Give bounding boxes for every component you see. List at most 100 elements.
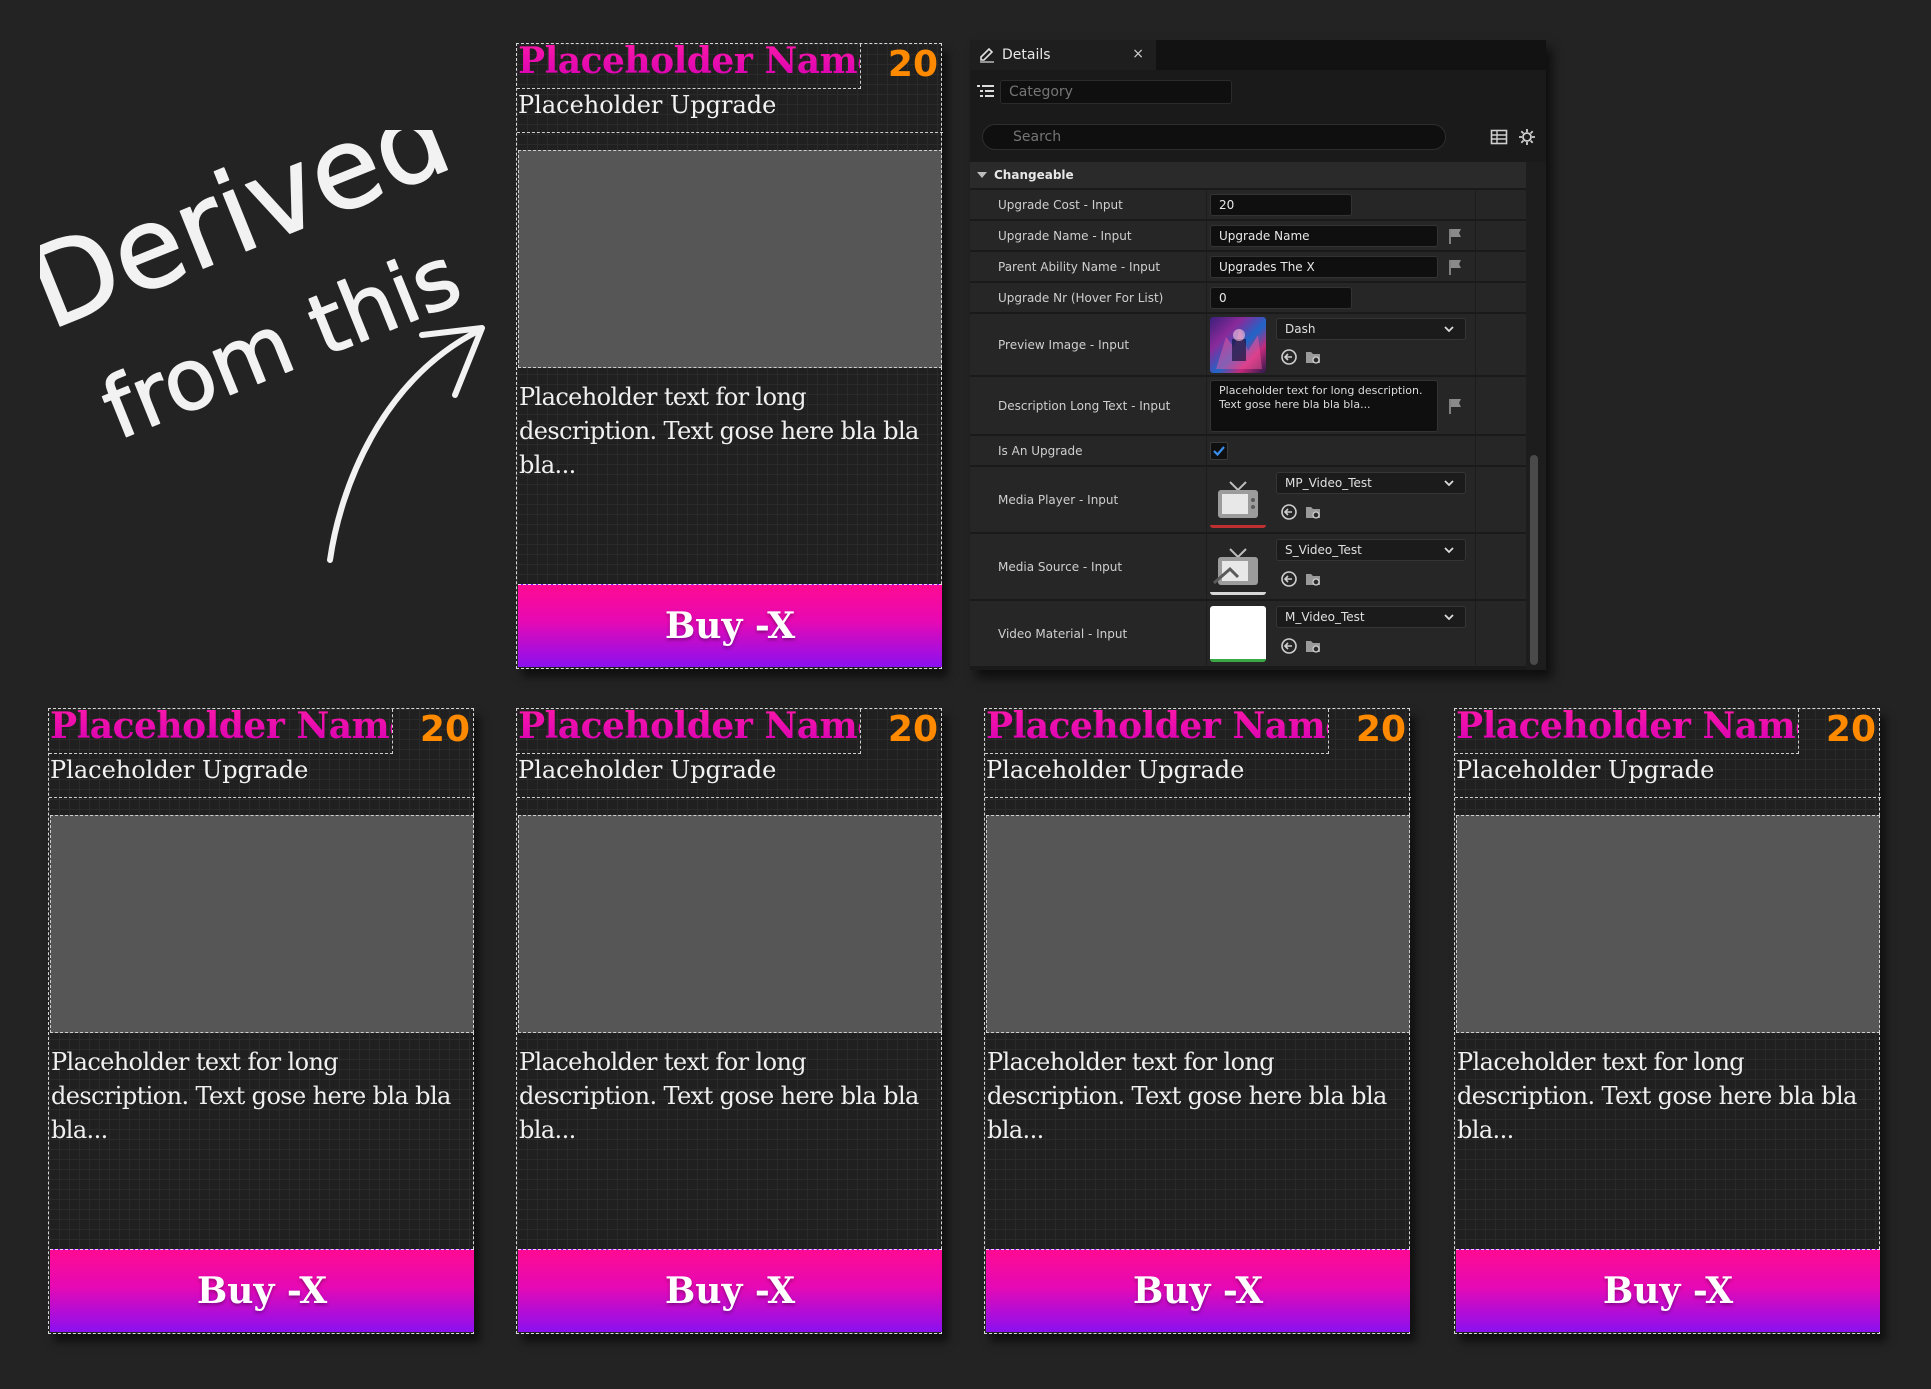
upgrade-nr-field[interactable] bbox=[1210, 287, 1352, 309]
row-description: Description Long Text - Input Placeholde… bbox=[970, 377, 1526, 435]
row-upgrade-name: Upgrade Name - Input bbox=[970, 221, 1526, 251]
video-material-thumbnail[interactable] bbox=[1210, 606, 1266, 662]
use-selected-icon[interactable] bbox=[1280, 570, 1298, 588]
upgrade-description: Placeholder text for long description. T… bbox=[1457, 1048, 1857, 1144]
is-upgrade-checkbox[interactable] bbox=[1210, 442, 1228, 460]
tab-details[interactable]: Details × bbox=[970, 40, 1156, 70]
row-upgrade-nr: Upgrade Nr (Hover For List) bbox=[970, 283, 1526, 313]
tv-icon bbox=[1213, 548, 1258, 585]
row-upgrade-cost: Upgrade Cost - Input bbox=[970, 190, 1526, 220]
buy-button[interactable]: Buy -X bbox=[518, 1249, 942, 1332]
chevron-down-icon bbox=[1444, 326, 1454, 333]
tab-details-label: Details bbox=[1002, 47, 1051, 63]
tree-list-icon[interactable] bbox=[976, 84, 996, 100]
media-source-thumbnail[interactable] bbox=[1210, 539, 1266, 595]
name-box: Placeholder Name bbox=[1455, 705, 1818, 754]
upgrade-description: Placeholder text for long description. T… bbox=[51, 1048, 451, 1144]
chevron-down-icon bbox=[977, 172, 987, 178]
upgrade-card-source: Placeholder Name 20 Placeholder Upgrade … bbox=[516, 40, 943, 669]
gear-icon[interactable] bbox=[1518, 128, 1536, 146]
property-label: Parent Ability Name - Input bbox=[998, 260, 1161, 274]
chevron-down-icon bbox=[1444, 547, 1454, 554]
flag-icon[interactable] bbox=[1446, 227, 1464, 245]
name-box: Placeholder Name bbox=[49, 705, 412, 754]
media-source-asset-dropdown[interactable]: S_Video_Test bbox=[1276, 539, 1466, 561]
property-label: Description Long Text - Input bbox=[998, 399, 1171, 413]
row-is-upgrade: Is An Upgrade bbox=[970, 436, 1526, 466]
upgrade-subtitle: Placeholder Upgrade bbox=[985, 756, 1411, 798]
category-input[interactable] bbox=[1000, 80, 1232, 104]
tv-icon bbox=[1218, 481, 1258, 518]
flag-icon[interactable] bbox=[1446, 258, 1464, 276]
upgrade-name-field[interactable] bbox=[1210, 225, 1438, 247]
buy-button[interactable]: Buy -X bbox=[518, 584, 942, 667]
upgrade-subtitle: Placeholder Upgrade bbox=[49, 756, 475, 798]
property-label: Media Source - Input bbox=[998, 560, 1123, 574]
upgrade-name: Placeholder Name bbox=[1456, 705, 1818, 747]
preview-image bbox=[986, 815, 1410, 1033]
name-box: Placeholder Name bbox=[517, 40, 880, 89]
browse-folder-icon[interactable] bbox=[1304, 570, 1322, 588]
pencil-icon bbox=[980, 47, 994, 63]
scrollbar-thumb[interactable] bbox=[1530, 455, 1538, 665]
description-textarea[interactable]: Placeholder text for long description. T… bbox=[1210, 380, 1438, 432]
upgrade-cost-field[interactable] bbox=[1210, 194, 1352, 216]
buy-button[interactable]: Buy -X bbox=[1456, 1249, 1880, 1332]
section-changeable[interactable]: Changeable bbox=[970, 162, 1526, 188]
preview-image-thumbnail[interactable] bbox=[1210, 317, 1266, 373]
flag-icon[interactable] bbox=[1446, 397, 1464, 415]
upgrade-name: Placeholder Name bbox=[518, 40, 880, 82]
property-label: Preview Image - Input bbox=[998, 338, 1130, 352]
browse-folder-icon[interactable] bbox=[1304, 503, 1322, 521]
row-video-material: Video Material - Input M_Video_Test bbox=[970, 601, 1526, 667]
buy-button[interactable]: Buy -X bbox=[986, 1249, 1410, 1332]
preview-image-asset-dropdown[interactable]: Dash bbox=[1276, 318, 1466, 340]
character-art-thumbnail bbox=[1216, 329, 1262, 369]
name-box: Placeholder Name bbox=[985, 705, 1348, 754]
buy-button[interactable]: Buy -X bbox=[50, 1249, 474, 1332]
upgrade-cost: 20 bbox=[419, 709, 470, 750]
tab-bar: Details × bbox=[970, 40, 1546, 70]
row-media-player: Media Player - Input MP_Video_Test bbox=[970, 467, 1526, 533]
chevron-down-icon bbox=[1444, 614, 1454, 621]
upgrade-subtitle: Placeholder Upgrade bbox=[517, 756, 943, 798]
details-panel: Details × Changeable Upgrade Cost - Inpu… bbox=[970, 40, 1546, 670]
row-parent-ability: Parent Ability Name - Input bbox=[970, 252, 1526, 282]
row-media-source: Media Source - Input S_Video_Test bbox=[970, 534, 1526, 600]
preview-image bbox=[518, 815, 942, 1033]
parent-ability-field[interactable] bbox=[1210, 256, 1438, 278]
upgrade-cost: 20 bbox=[887, 709, 938, 750]
use-selected-icon[interactable] bbox=[1280, 348, 1298, 366]
media-player-thumbnail[interactable] bbox=[1210, 472, 1266, 528]
upgrade-name: Placeholder Name bbox=[986, 705, 1348, 747]
use-selected-icon[interactable] bbox=[1280, 637, 1298, 655]
upgrade-description: Placeholder text for long description. T… bbox=[519, 1048, 919, 1144]
preview-image bbox=[518, 150, 942, 368]
property-label: Is An Upgrade bbox=[998, 444, 1083, 458]
row-preview-image: Preview Image - Input Dash bbox=[970, 314, 1526, 376]
table-view-icon[interactable] bbox=[1490, 128, 1508, 146]
section-label: Changeable bbox=[994, 168, 1074, 182]
use-selected-icon[interactable] bbox=[1280, 503, 1298, 521]
upgrade-description: Placeholder text for long description. T… bbox=[987, 1048, 1387, 1144]
browse-folder-icon[interactable] bbox=[1304, 637, 1322, 655]
video-material-asset-dropdown[interactable]: M_Video_Test bbox=[1276, 606, 1466, 628]
media-player-asset-dropdown[interactable]: MP_Video_Test bbox=[1276, 472, 1466, 494]
upgrade-card-3: Placeholder Name 20 Placeholder Upgrade … bbox=[984, 705, 1411, 1334]
upgrade-subtitle: Placeholder Upgrade bbox=[1455, 756, 1881, 798]
preview-image bbox=[50, 815, 474, 1033]
upgrade-cost: 20 bbox=[1355, 709, 1406, 750]
property-label: Media Player - Input bbox=[998, 493, 1119, 507]
property-label: Upgrade Name - Input bbox=[998, 229, 1132, 243]
upgrade-card-4: Placeholder Name 20 Placeholder Upgrade … bbox=[1454, 705, 1881, 1334]
close-icon[interactable]: × bbox=[1132, 46, 1144, 62]
browse-folder-icon[interactable] bbox=[1304, 348, 1322, 366]
search-input[interactable] bbox=[982, 124, 1446, 150]
upgrade-name: Placeholder Name bbox=[50, 705, 412, 747]
upgrade-card-2: Placeholder Name 20 Placeholder Upgrade … bbox=[516, 705, 943, 1334]
upgrade-name: Placeholder Name bbox=[518, 705, 880, 747]
dropdown-value: Dash bbox=[1285, 322, 1316, 336]
dropdown-value: M_Video_Test bbox=[1285, 610, 1365, 624]
property-label: Upgrade Nr (Hover For List) bbox=[998, 291, 1164, 305]
upgrade-subtitle: Placeholder Upgrade bbox=[517, 91, 943, 133]
